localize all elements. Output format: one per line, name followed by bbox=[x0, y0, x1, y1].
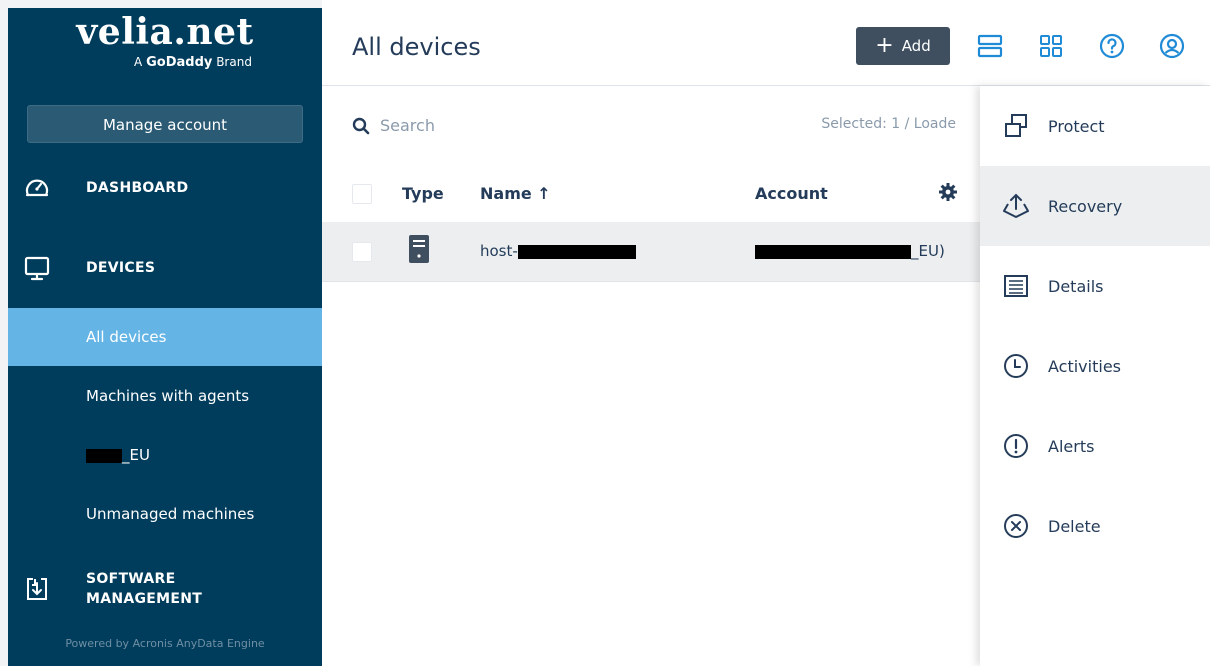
clock-icon bbox=[1000, 350, 1032, 382]
server-icon bbox=[408, 234, 430, 268]
delete-icon bbox=[1000, 510, 1032, 542]
add-button[interactable]: + Add bbox=[856, 27, 950, 65]
sidebar-item-unmanaged-machines[interactable]: Unmanaged machines bbox=[8, 485, 322, 543]
nav-dashboard[interactable]: DASHBOARD bbox=[8, 168, 322, 208]
account-suffix: _EU) bbox=[911, 242, 945, 260]
action-recovery[interactable]: Recovery bbox=[980, 166, 1210, 246]
action-details[interactable]: Details bbox=[980, 246, 1210, 326]
monitor-icon bbox=[22, 253, 52, 283]
software-label-line1: SOFTWARE bbox=[86, 571, 176, 587]
plus-icon: + bbox=[875, 33, 894, 58]
column-account[interactable]: Account bbox=[755, 184, 828, 203]
logo-text: velia.net bbox=[76, 11, 254, 53]
tagline-brand: GoDaddy bbox=[146, 55, 213, 70]
row-checkbox[interactable] bbox=[352, 242, 372, 262]
sidebar-item-all-devices[interactable]: All devices bbox=[8, 308, 322, 366]
software-label-line2: MANAGEMENT bbox=[86, 591, 203, 607]
action-details-label: Details bbox=[1048, 276, 1104, 296]
powered-by-text: Powered by Acronis AnyData Engine bbox=[65, 637, 265, 650]
nav-dashboard-label: DASHBOARD bbox=[86, 180, 189, 196]
brand-logo[interactable]: velia.net A GoDaddy Brand bbox=[8, 12, 322, 71]
action-activities[interactable]: Activities bbox=[980, 326, 1210, 406]
action-protect-label: Protect bbox=[1048, 116, 1105, 136]
eu-group-label: _EU bbox=[122, 446, 150, 464]
tagline-suffix: Brand bbox=[216, 55, 252, 69]
device-actions-panel: Protect Recovery Details Activities Aler… bbox=[980, 86, 1210, 666]
recovery-icon bbox=[1000, 190, 1032, 222]
protect-icon bbox=[1000, 110, 1032, 142]
nav-devices[interactable]: DEVICES bbox=[8, 246, 322, 290]
device-list-panel: Search Selected: 1 / Loade Type Name ↑ A… bbox=[322, 86, 980, 666]
device-account: _EU) bbox=[755, 242, 945, 260]
device-name[interactable]: host- bbox=[480, 242, 636, 260]
table-header: Type Name ↑ Account bbox=[322, 166, 980, 222]
tagline-prefix: A bbox=[134, 55, 143, 69]
sidebar: velia.net A GoDaddy Brand Manage account… bbox=[8, 8, 322, 666]
dashboard-icon bbox=[22, 173, 52, 203]
action-alerts-label: Alerts bbox=[1048, 436, 1095, 456]
search-placeholder: Search bbox=[380, 116, 435, 135]
redacted-text bbox=[86, 448, 122, 463]
action-protect[interactable]: Protect bbox=[980, 86, 1210, 166]
nav-software-management[interactable]: SOFTWARE MANAGEMENT bbox=[8, 564, 322, 614]
selection-status: Selected: 1 / Loade bbox=[821, 116, 956, 132]
action-delete[interactable]: Delete bbox=[980, 486, 1210, 566]
column-settings-icon[interactable] bbox=[938, 182, 958, 206]
select-all-checkbox[interactable] bbox=[352, 184, 372, 204]
top-header: All devices + Add bbox=[322, 0, 1210, 86]
sidebar-item-eu-group[interactable]: _EU bbox=[8, 426, 322, 484]
column-name[interactable]: Name ↑ bbox=[480, 184, 551, 203]
alert-icon bbox=[1000, 430, 1032, 462]
help-icon[interactable] bbox=[1098, 32, 1126, 60]
list-view-icon[interactable] bbox=[976, 32, 1004, 60]
table-row[interactable]: host- _EU) bbox=[322, 222, 980, 282]
details-icon bbox=[1000, 270, 1032, 302]
redacted-text bbox=[755, 244, 911, 259]
grid-view-icon[interactable] bbox=[1037, 32, 1065, 60]
manage-account-button[interactable]: Manage account bbox=[27, 105, 303, 143]
column-type[interactable]: Type bbox=[402, 184, 444, 203]
logo-tagline: A GoDaddy Brand bbox=[8, 54, 322, 71]
device-name-prefix: host- bbox=[480, 242, 518, 260]
nav-devices-label: DEVICES bbox=[86, 260, 156, 276]
add-button-label: Add bbox=[901, 37, 931, 55]
redacted-text bbox=[517, 244, 636, 259]
account-icon[interactable] bbox=[1158, 32, 1186, 60]
action-delete-label: Delete bbox=[1048, 516, 1101, 536]
nav-software-label: SOFTWARE MANAGEMENT bbox=[86, 569, 202, 609]
software-download-icon bbox=[22, 574, 52, 604]
sidebar-item-machines-with-agents[interactable]: Machines with agents bbox=[8, 367, 322, 425]
action-activities-label: Activities bbox=[1048, 356, 1121, 376]
action-recovery-label: Recovery bbox=[1048, 196, 1123, 216]
action-alerts[interactable]: Alerts bbox=[980, 406, 1210, 486]
page-title: All devices bbox=[352, 33, 481, 61]
search-field[interactable]: Search bbox=[352, 116, 435, 135]
search-icon bbox=[352, 117, 370, 134]
